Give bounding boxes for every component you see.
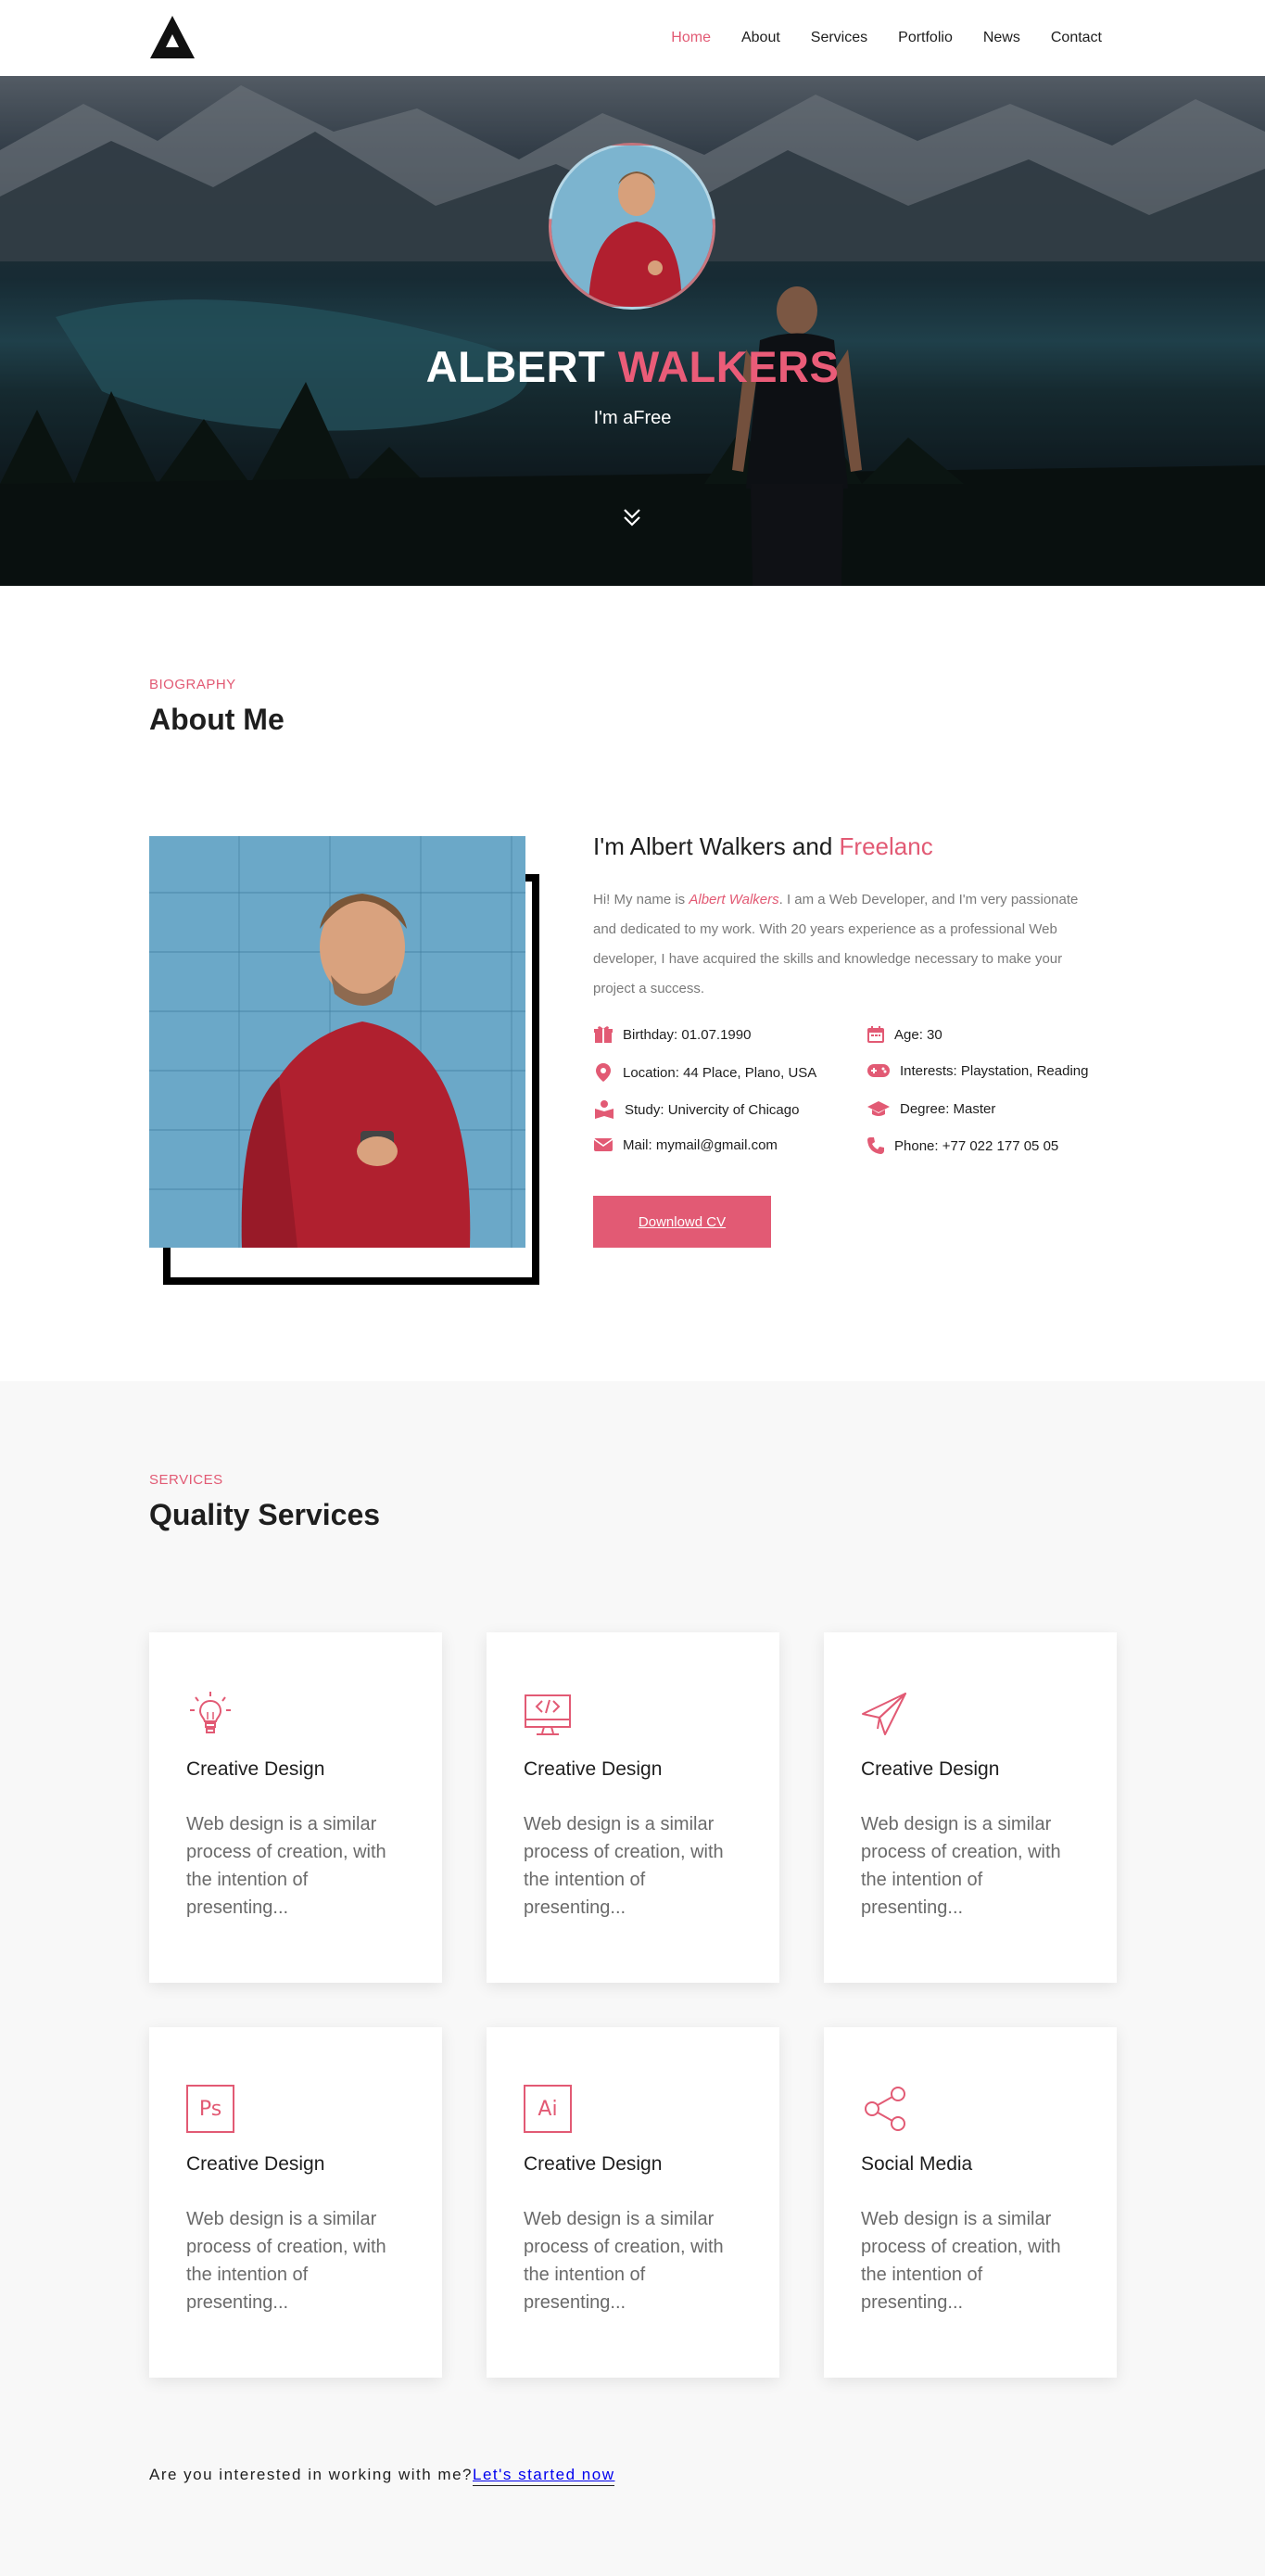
service-description: Web design is a similar process of creat… (524, 2209, 724, 2313)
service-title: Creative Design (186, 1758, 325, 1780)
hero-first-name: ALBERT (425, 342, 606, 391)
info-study: Study: Univercity of Chicago (593, 1099, 799, 1120)
service-description: Web design is a similar process of creat… (186, 1814, 386, 1918)
service-title: Creative Design (861, 1758, 1000, 1780)
service-title: Social Media (861, 2153, 973, 2175)
main-menu: Home About Services Portfolio News Conta… (671, 0, 1102, 76)
headline-highlight: Freelanc (839, 832, 933, 860)
info-phone: Phone: +77 022 177 05 05 (867, 1136, 1058, 1155)
service-card[interactable]: Ai Creative Design Web design is a simil… (487, 2027, 779, 2378)
nav-news[interactable]: News (983, 30, 1020, 46)
envelope-icon (593, 1138, 614, 1151)
phone-icon (867, 1137, 884, 1154)
brand-triangle-logo (150, 16, 195, 58)
cta-link[interactable]: Let's started now (472, 2466, 615, 2486)
paper-plane-icon (862, 1693, 906, 1735)
about-section-tag: BIOGRAPHY (149, 677, 236, 692)
brand-logo[interactable] (148, 14, 196, 62)
nav-about[interactable]: About (741, 30, 780, 46)
hero-section: ALBERT WALKERS I'm aFree (0, 76, 1265, 586)
service-description: Web design is a similar process of creat… (861, 1814, 1061, 1918)
service-card[interactable]: Creative Design Web design is a similar … (824, 1632, 1117, 1983)
info-age: Age: 30 (867, 1025, 942, 1044)
gift-icon (594, 1026, 613, 1043)
services-section-tag: SERVICES (149, 1472, 223, 1488)
about-portrait (241, 894, 471, 1248)
about-headline: I'm Albert Walkers and Freelanc (593, 832, 933, 860)
nav-home[interactable]: Home (671, 30, 711, 46)
code-monitor-icon (525, 1694, 571, 1735)
cta-line: Are you interested in working with me?Le… (149, 2466, 615, 2486)
illustrator-icon: Ai (524, 2085, 572, 2133)
cta-question: Are you interested in working with me? (149, 2466, 473, 2483)
service-card[interactable]: Creative Design Web design is a similar … (149, 1632, 442, 1983)
service-description: Web design is a similar process of creat… (186, 2209, 386, 2313)
gamepad-icon (867, 1064, 890, 1077)
map-pin-icon (596, 1063, 611, 1082)
double-chevron-down-icon (624, 509, 640, 527)
about-photo (149, 836, 525, 1248)
photoshop-icon: Ps (186, 2085, 234, 2133)
service-description: Web design is a similar process of creat… (861, 2209, 1061, 2313)
service-title: Creative Design (186, 2153, 325, 2175)
about-description: Hi! My name is Albert Walkers. I am a We… (593, 892, 1079, 996)
nav-services[interactable]: Services (811, 30, 867, 46)
share-icon (865, 2087, 905, 2131)
service-card[interactable]: Ps Creative Design Web design is a simil… (149, 2027, 442, 2378)
hero-last-name: WALKERS (617, 342, 840, 391)
service-card[interactable]: Social Media Web design is a similar pro… (824, 2027, 1117, 2378)
lightbulb-icon (190, 1692, 231, 1733)
top-navbar: Home About Services Portfolio News Conta… (0, 0, 1265, 76)
service-card[interactable]: Creative Design Web design is a similar … (487, 1632, 779, 1983)
scroll-down-button[interactable] (619, 504, 645, 530)
info-degree: Degree: Master (867, 1099, 995, 1118)
book-reader-icon (595, 1100, 614, 1119)
info-mail: Mail: mymail@gmail.com (593, 1136, 778, 1153)
hero-subtitle: I'm aFree (593, 408, 672, 428)
hero-name: ALBERT WALKERS (0, 341, 1265, 392)
profile-avatar (549, 143, 715, 310)
nav-contact[interactable]: Contact (1051, 30, 1102, 46)
services-section-title: Quality Services (149, 1498, 381, 1531)
graduation-cap-icon (867, 1101, 890, 1116)
info-location: Location: 44 Place, Plano, USA (593, 1062, 816, 1083)
calendar-icon (867, 1026, 884, 1043)
service-title: Creative Design (524, 1758, 663, 1780)
service-description: Web design is a similar process of creat… (524, 1814, 724, 1918)
service-title: Creative Design (524, 2153, 663, 2175)
info-birthday: Birthday: 01.07.1990 (593, 1025, 751, 1044)
intro-name: Albert Walkers (689, 892, 779, 907)
info-interests: Interests: Playstation, Reading (867, 1062, 1088, 1079)
nav-portfolio[interactable]: Portfolio (898, 30, 953, 46)
download-cv-button[interactable]: Downlowd CV (593, 1196, 771, 1248)
about-section-title: About Me (149, 703, 285, 736)
avatar-portrait (551, 146, 713, 307)
